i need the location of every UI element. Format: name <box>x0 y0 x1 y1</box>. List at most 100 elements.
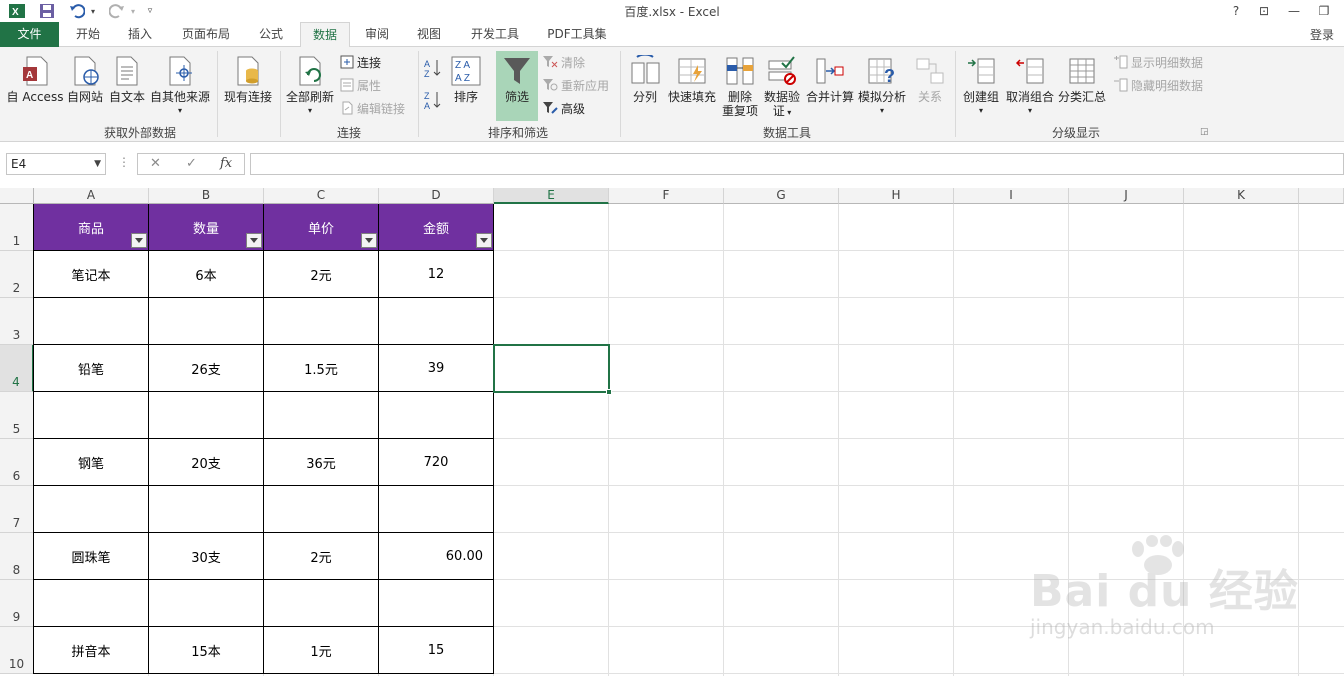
column-header-i[interactable]: I <box>954 188 1069 204</box>
tab-pdf-tools[interactable]: PDF工具集 <box>538 22 616 47</box>
fill-handle[interactable] <box>606 389 612 395</box>
table-cell[interactable]: 60.00 <box>379 533 494 580</box>
formula-bar-resize-icon[interactable]: ⋮ <box>118 155 130 169</box>
table-cell[interactable]: 拼音本 <box>34 627 149 674</box>
table-cell[interactable]: 15 <box>379 627 494 674</box>
consolidate-button[interactable]: 合并计算 <box>804 55 856 104</box>
table-cell[interactable]: 20支 <box>149 439 264 486</box>
column-header-partial[interactable] <box>1299 188 1344 204</box>
tab-data[interactable]: 数据 <box>300 22 350 48</box>
filter-dropdown-icon[interactable] <box>131 233 147 248</box>
row-header-8[interactable]: 8 <box>0 533 34 580</box>
table-cell[interactable]: 30支 <box>149 533 264 580</box>
tab-page-layout[interactable]: 页面布局 <box>170 22 242 47</box>
connections-button[interactable]: 连接 <box>340 53 381 71</box>
table-cell[interactable]: 36元 <box>264 439 379 486</box>
text-to-columns-button[interactable]: 分列 <box>626 55 664 104</box>
row-header-7[interactable]: 7 <box>0 486 34 533</box>
table-cell[interactable] <box>34 486 149 533</box>
row-header-1[interactable]: 1 <box>0 204 34 251</box>
table-cell[interactable] <box>149 486 264 533</box>
refresh-all-button[interactable]: 全部刷新 ▾ <box>284 55 336 118</box>
remove-duplicates-button[interactable]: 删除 重复项 <box>720 55 760 118</box>
hide-detail-button[interactable]: 隐藏明细数据 <box>1112 76 1203 94</box>
what-if-analysis-button[interactable]: ? 模拟分析 ▾ <box>856 55 908 118</box>
table-cell[interactable] <box>379 392 494 439</box>
table-cell[interactable]: 6本 <box>149 251 264 298</box>
column-header-d[interactable]: D <box>379 188 494 204</box>
outline-dialog-launcher-icon[interactable]: ◲ <box>1200 127 1209 137</box>
clear-filter-button[interactable]: 清除 <box>542 53 585 71</box>
column-header-j[interactable]: J <box>1069 188 1184 204</box>
filter-dropdown-icon[interactable] <box>361 233 377 248</box>
table-cell[interactable]: 15本 <box>149 627 264 674</box>
column-header-f[interactable]: F <box>609 188 724 204</box>
table-cell[interactable] <box>264 298 379 345</box>
table-cell[interactable] <box>34 298 149 345</box>
show-detail-button[interactable]: 显示明细数据 <box>1112 53 1203 71</box>
table-cell[interactable] <box>264 486 379 533</box>
table-cell[interactable]: 2元 <box>264 533 379 580</box>
cancel-entry-icon[interactable]: ✕ <box>150 156 161 171</box>
table-cell[interactable]: 12 <box>379 251 494 298</box>
column-header-c[interactable]: C <box>264 188 379 204</box>
table-cell[interactable]: 1.5元 <box>264 345 379 392</box>
table-cell[interactable] <box>34 580 149 627</box>
column-header-b[interactable]: B <box>149 188 264 204</box>
table-cell[interactable] <box>149 392 264 439</box>
sign-in-link[interactable]: 登录 <box>1310 26 1334 43</box>
ribbon-display-icon[interactable]: ⊡ <box>1253 1 1275 21</box>
data-validation-button[interactable]: 数据验 证 ▾ <box>762 55 802 120</box>
reapply-button[interactable]: 重新应用 <box>542 76 609 94</box>
tab-formulas[interactable]: 公式 <box>248 22 294 47</box>
flash-fill-button[interactable]: 快速填充 <box>666 55 718 104</box>
filter-button[interactable]: 筛选 <box>496 51 538 121</box>
table-cell[interactable] <box>149 580 264 627</box>
row-header-4[interactable]: 4 <box>0 345 34 392</box>
column-header-k[interactable]: K <box>1184 188 1299 204</box>
active-cell-selection[interactable] <box>493 344 612 395</box>
table-cell[interactable] <box>264 580 379 627</box>
table-cell[interactable]: 39 <box>379 345 494 392</box>
properties-button[interactable]: 属性 <box>340 76 381 94</box>
row-header-2[interactable]: 2 <box>0 251 34 298</box>
insert-function-icon[interactable]: fx <box>220 156 232 171</box>
tab-review[interactable]: 审阅 <box>354 22 400 47</box>
from-other-sources-button[interactable]: 自其他来源 ▾ <box>148 55 212 118</box>
ungroup-button[interactable]: 取消组合 ▾ <box>1004 55 1056 118</box>
sort-ascending-button[interactable]: AZ <box>424 59 445 78</box>
subtotal-button[interactable]: 分类汇总 <box>1056 55 1108 104</box>
tab-developer[interactable]: 开发工具 <box>460 22 530 47</box>
table-cell[interactable]: 26支 <box>149 345 264 392</box>
row-header-3[interactable]: 3 <box>0 298 34 345</box>
sort-descending-button[interactable]: ZA <box>424 91 445 110</box>
table-cell[interactable] <box>149 298 264 345</box>
group-button[interactable]: 创建组 ▾ <box>958 55 1004 118</box>
table-cell[interactable] <box>379 486 494 533</box>
tab-home[interactable]: 开始 <box>64 22 112 47</box>
filter-dropdown-icon[interactable] <box>246 233 262 248</box>
tab-view[interactable]: 视图 <box>406 22 452 47</box>
table-cell[interactable]: 圆珠笔 <box>34 533 149 580</box>
tab-insert[interactable]: 插入 <box>116 22 164 47</box>
table-cell[interactable]: 1元 <box>264 627 379 674</box>
restore-icon[interactable]: ❐ <box>1313 1 1335 21</box>
row-header-6[interactable]: 6 <box>0 439 34 486</box>
sort-button[interactable]: Z A A Z 排序 <box>448 55 484 104</box>
help-icon[interactable]: ? <box>1225 1 1247 21</box>
edit-links-button[interactable]: 编辑链接 <box>340 99 405 117</box>
column-header-h[interactable]: H <box>839 188 954 204</box>
from-access-button[interactable]: A 自 Access <box>4 55 66 104</box>
tab-file[interactable]: 文件 <box>0 22 59 47</box>
column-header-e[interactable]: E <box>494 188 609 204</box>
row-header-10[interactable]: 10 <box>0 627 34 674</box>
table-cell[interactable] <box>264 392 379 439</box>
name-box[interactable]: E4 ▼ <box>6 153 106 175</box>
table-cell[interactable]: 2元 <box>264 251 379 298</box>
table-cell[interactable] <box>34 392 149 439</box>
table-cell[interactable]: 铅笔 <box>34 345 149 392</box>
row-header-5[interactable]: 5 <box>0 392 34 439</box>
filter-dropdown-icon[interactable] <box>476 233 492 248</box>
name-box-dropdown-icon[interactable]: ▼ <box>94 154 101 174</box>
from-web-button[interactable]: 自网站 <box>66 55 104 104</box>
